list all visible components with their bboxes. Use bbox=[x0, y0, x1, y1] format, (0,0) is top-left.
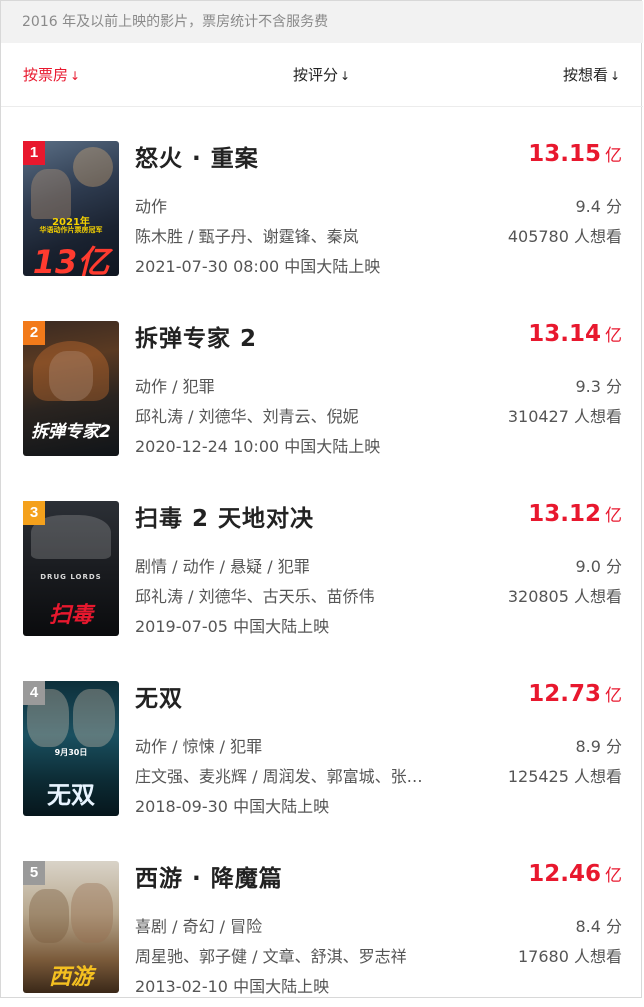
movie-genre: 动作 / 惊悚 / 犯罪 bbox=[135, 737, 263, 756]
rank-badge: 5 bbox=[23, 861, 45, 885]
sort-box-office-label: 按票房 bbox=[23, 66, 69, 84]
poster-figure bbox=[31, 169, 71, 219]
poster-caption: 华语动作片票房冠军 bbox=[39, 226, 103, 234]
movie-genre: 喜剧 / 奇幻 / 冒险 bbox=[135, 917, 263, 936]
movie-cast: 周星驰、郭子健 / 文章、舒淇、罗志祥 bbox=[135, 947, 407, 966]
movie-genre: 剧情 / 动作 / 悬疑 / 犯罪 bbox=[135, 557, 310, 576]
notice-text: 2016 年及以前上映的影片，票房统计不含服务费 bbox=[22, 14, 329, 30]
poster-caption: 13亿 bbox=[32, 243, 110, 276]
arrow-down-icon: ↓ bbox=[70, 69, 81, 83]
poster-caption: 西游 bbox=[48, 965, 93, 990]
poster-caption: 扫毒 bbox=[48, 603, 93, 628]
movie-score: 9.0 分 bbox=[575, 557, 622, 576]
rank-badge: 4 bbox=[23, 681, 45, 705]
sort-by-rating-button[interactable]: 按评分 ↓ bbox=[293, 43, 350, 107]
poster-figure bbox=[73, 689, 115, 747]
box-office-unit: 亿 bbox=[605, 506, 622, 526]
movie-list-item[interactable]: 9月30日 无双 4 无双 12.73 亿 动作 / 惊悚 / 犯罪 8.9 分 … bbox=[0, 647, 644, 827]
movie-title[interactable]: 无双 bbox=[135, 679, 183, 713]
movie-score: 8.9 分 bbox=[575, 737, 622, 756]
movie-cast: 庄文强、麦兆辉 / 周润发、郭富城、张… bbox=[135, 767, 423, 786]
box-office-unit: 亿 bbox=[605, 146, 622, 166]
movie-score: 8.4 分 bbox=[575, 917, 622, 936]
box-office: 12.73 亿 bbox=[528, 681, 622, 707]
movie-wish-count: 310427 人想看 bbox=[507, 407, 622, 426]
movie-title[interactable]: 西游 · 降魔篇 bbox=[135, 859, 283, 893]
movie-wish-count: 125425 人想看 bbox=[507, 767, 622, 786]
box-office-unit: 亿 bbox=[605, 866, 622, 886]
box-office: 13.12 亿 bbox=[528, 501, 622, 527]
box-office-unit: 亿 bbox=[605, 686, 622, 706]
box-office: 13.15 亿 bbox=[528, 141, 622, 167]
notice-banner: 2016 年及以前上映的影片，票房统计不含服务费 bbox=[1, 1, 643, 43]
movie-list-item[interactable]: DRUG LORDS 扫毒 3 扫毒 2 天地对决 13.12 亿 剧情 / 动作… bbox=[0, 467, 644, 647]
movie-release: 2018-09-30 中国大陆上映 bbox=[135, 797, 330, 816]
poster-figure bbox=[49, 351, 93, 401]
movie-genre: 动作 / 犯罪 bbox=[135, 377, 215, 396]
box-office-value: 12.46 bbox=[528, 861, 601, 887]
box-office-unit: 亿 bbox=[605, 326, 622, 346]
movie-release: 2013-02-10 中国大陆上映 bbox=[135, 977, 330, 996]
arrow-down-icon: ↓ bbox=[610, 69, 621, 83]
movie-cast: 陈木胜 / 甄子丹、谢霆锋、秦岚 bbox=[135, 227, 359, 246]
sort-by-box-office-button[interactable]: 按票房 ↓ bbox=[23, 43, 80, 107]
sort-bar: 按票房 ↓ 按评分 ↓ 按想看 ↓ bbox=[1, 43, 643, 107]
poster-caption: DRUG LORDS bbox=[40, 573, 102, 581]
movie-list-item[interactable]: 西游 5 西游 · 降魔篇 12.46 亿 喜剧 / 奇幻 / 冒险 8.4 分 … bbox=[0, 827, 644, 1007]
poster-figure bbox=[71, 883, 113, 943]
movie-wish-count: 320805 人想看 bbox=[507, 587, 622, 606]
box-office-value: 12.73 bbox=[528, 681, 601, 707]
movie-title[interactable]: 拆弹专家 2 bbox=[135, 319, 257, 353]
arrow-down-icon: ↓ bbox=[340, 69, 351, 83]
movie-wish-count: 405780 人想看 bbox=[507, 227, 622, 246]
movie-title[interactable]: 怒火 · 重案 bbox=[135, 139, 259, 173]
sort-wish-label: 按想看 bbox=[563, 66, 609, 84]
movie-list-item[interactable]: 2021年 华语动作片票房冠军 13亿 1 怒火 · 重案 13.15 亿 动作 … bbox=[0, 107, 644, 287]
box-office: 13.14 亿 bbox=[528, 321, 622, 347]
movie-release: 2019-07-05 中国大陆上映 bbox=[135, 617, 330, 636]
rank-badge: 1 bbox=[23, 141, 45, 165]
poster-caption: 9月30日 bbox=[54, 748, 88, 757]
box-office-value: 13.15 bbox=[528, 141, 601, 167]
movie-title[interactable]: 扫毒 2 天地对决 bbox=[135, 499, 314, 533]
movie-release: 2020-12-24 10:00 中国大陆上映 bbox=[135, 437, 381, 456]
poster-figure bbox=[73, 147, 113, 187]
sort-by-wish-button[interactable]: 按想看 ↓ bbox=[563, 43, 620, 107]
poster-caption: 拆弹专家2 bbox=[31, 422, 111, 442]
movie-release: 2021-07-30 08:00 中国大陆上映 bbox=[135, 257, 381, 276]
sort-rating-label: 按评分 bbox=[293, 66, 339, 84]
movie-score: 9.3 分 bbox=[575, 377, 622, 396]
rank-badge: 2 bbox=[23, 321, 45, 345]
movie-cast: 邱礼涛 / 刘德华、刘青云、倪妮 bbox=[135, 407, 359, 426]
poster-figure bbox=[29, 889, 69, 943]
rank-badge: 3 bbox=[23, 501, 45, 525]
poster-caption: 无双 bbox=[47, 781, 95, 809]
movie-wish-count: 17680 人想看 bbox=[518, 947, 622, 966]
movie-list-item[interactable]: 拆弹专家2 2 拆弹专家 2 13.14 亿 动作 / 犯罪 9.3 分 邱礼涛 … bbox=[0, 287, 644, 467]
box-office-value: 13.14 bbox=[528, 321, 601, 347]
box-office-value: 13.12 bbox=[528, 501, 601, 527]
movie-score: 9.4 分 bbox=[575, 197, 622, 216]
movie-cast: 邱礼涛 / 刘德华、古天乐、苗侨伟 bbox=[135, 587, 375, 606]
movie-genre: 动作 bbox=[135, 197, 168, 216]
box-office: 12.46 亿 bbox=[528, 861, 622, 887]
